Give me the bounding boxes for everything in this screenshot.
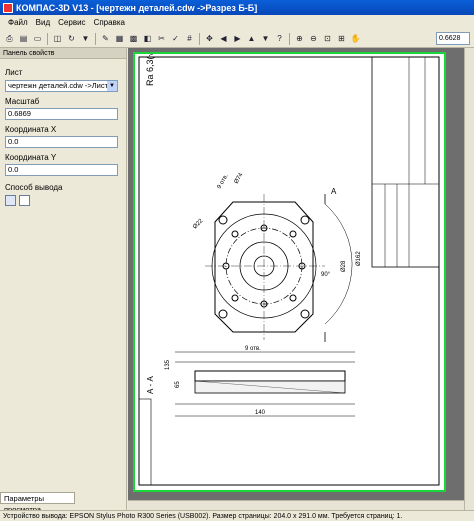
arrow-right-icon[interactable]: ▶ [231, 32, 244, 45]
dim-label: 90° [321, 272, 331, 278]
drawing-sheet: Ra 6,3(√) А Ø28 Ø162 Ø22 9 отв. Ø74 90° … [133, 49, 446, 492]
mode-frame-button[interactable] [5, 195, 16, 206]
chevron-down-icon[interactable]: ▼ [107, 81, 117, 91]
rotate-icon[interactable]: ↻ [65, 32, 78, 45]
sheet-select[interactable]: чертежн деталей.cdw ->Лист : ▼ [5, 80, 118, 92]
window-title: КОМПАС-3D V13 - [чертежн деталей.cdw ->Р… [16, 2, 258, 13]
inner-frame [138, 56, 440, 486]
vertical-scrollbar[interactable] [464, 48, 474, 510]
coord-x-input[interactable]: 0.0 [5, 136, 118, 148]
pencil-icon[interactable]: ✎ [99, 32, 112, 45]
preview-canvas[interactable]: Ra 6,3(√) А Ø28 Ø162 Ø22 9 отв. Ø74 90° … [128, 48, 474, 510]
status-bar: Устройство вывода: EPSON Stylus Photo R3… [0, 510, 474, 521]
scale-label: Масштаб [5, 97, 40, 106]
dim-label: 9 отв. [217, 173, 230, 190]
part-section-view: 9 отв. 135 65 140 А - А [146, 346, 355, 417]
part-top-view: А Ø28 Ø162 Ø22 9 отв. Ø74 90° [192, 172, 362, 342]
panel-title: Панель свойств [0, 48, 126, 59]
zoom-out-icon[interactable]: ⊖ [307, 32, 320, 45]
mode-label: Способ вывода [5, 183, 63, 192]
page-icon[interactable]: ▭ [31, 32, 44, 45]
layer-icon[interactable]: ◧ [141, 32, 154, 45]
coord-y-input[interactable]: 0.0 [5, 164, 118, 176]
zoom-in-icon[interactable]: ⊕ [293, 32, 306, 45]
mode-paper-button[interactable] [19, 195, 30, 206]
move-icon[interactable]: ✥ [203, 32, 216, 45]
section-title: А - А [146, 376, 155, 394]
dim-label: Ø74 [234, 172, 245, 185]
section-mark: А [331, 187, 337, 196]
check-icon[interactable]: ✓ [169, 32, 182, 45]
pan-icon[interactable]: ✋ [349, 32, 362, 45]
menu-help[interactable]: Справка [94, 18, 125, 27]
dim-label: Ø22 [192, 218, 205, 231]
arrow-up-icon[interactable]: ▲ [245, 32, 258, 45]
properties-panel: Панель свойств Лист чертежн деталей.cdw … [0, 48, 127, 514]
title-block [371, 56, 440, 268]
title-bar: КОМПАС-3D V13 - [чертежн деталей.cdw ->Р… [0, 0, 474, 15]
filter-icon[interactable]: ▼ [79, 32, 92, 45]
tab-view-params[interactable]: Параметры просмотра [0, 492, 75, 514]
horizontal-scrollbar[interactable] [128, 500, 464, 510]
scale-input[interactable]: 0.6869 [5, 108, 118, 120]
dim-label: 9 отв. [245, 346, 261, 352]
dim-label: 135 [165, 359, 171, 370]
toolbar: ⎙ ▤ ▭ ◫ ↻ ▼ ✎ ▦ ▩ ◧ ✂ ✓ # ✥ ◀ ▶ ▲ ▼ ? ⊕ … [0, 30, 474, 48]
coord-x-label: Координата X [5, 125, 57, 134]
help-icon[interactable]: ? [273, 32, 286, 45]
app-icon [3, 2, 13, 13]
dim-label: 140 [255, 410, 266, 416]
print-icon[interactable]: ⎙ [3, 32, 16, 45]
zoom-input[interactable]: 0.6628 [436, 32, 470, 45]
dim-label: Ø28 [341, 260, 347, 272]
sheet-icon[interactable]: ▦ [113, 32, 126, 45]
coord-y-label: Координата Y [5, 153, 57, 162]
menu-bar: Файл Вид Сервис Справка [0, 15, 474, 30]
printer-setup-icon[interactable]: ▤ [17, 32, 30, 45]
sheet-label: Лист [5, 68, 23, 77]
cut-icon[interactable]: ✂ [155, 32, 168, 45]
roughness-label: Ra 6,3(√) [145, 54, 155, 86]
zoom-all-icon[interactable]: ⊞ [335, 32, 348, 45]
sheet-grid-icon[interactable]: ▩ [127, 32, 140, 45]
arrow-down-icon[interactable]: ▼ [259, 32, 272, 45]
zoom-window-icon[interactable]: ⊡ [321, 32, 334, 45]
arrow-left-icon[interactable]: ◀ [217, 32, 230, 45]
menu-service[interactable]: Сервис [58, 18, 85, 27]
drawing-svg: Ra 6,3(√) А Ø28 Ø162 Ø22 9 отв. Ø74 90° … [138, 49, 440, 486]
menu-file[interactable]: Файл [8, 18, 28, 27]
dim-label: 65 [175, 381, 181, 388]
menu-view[interactable]: Вид [36, 18, 50, 27]
dim-label: Ø162 [356, 251, 362, 266]
grid-icon[interactable]: # [183, 32, 196, 45]
fit-sheet-icon[interactable]: ◫ [51, 32, 64, 45]
